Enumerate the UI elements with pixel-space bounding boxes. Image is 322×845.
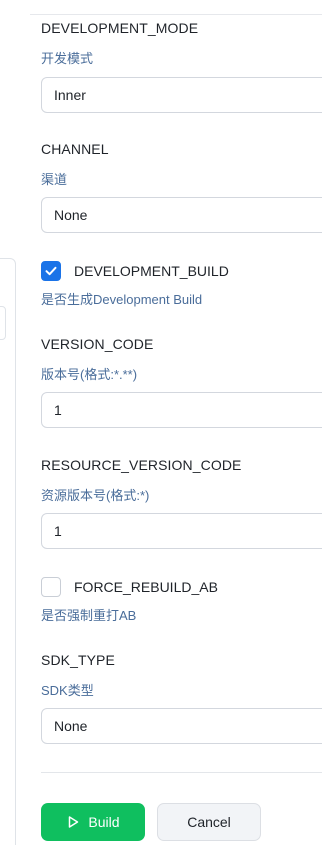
- development-mode-description: 开发模式: [41, 51, 94, 66]
- play-icon: [69, 816, 79, 828]
- development-mode-label: DEVELOPMENT_MODE: [41, 20, 199, 36]
- left-panel-edge: [0, 258, 16, 845]
- force-rebuild-ab-checkbox[interactable]: [41, 577, 61, 597]
- sdk-type-value: None: [54, 718, 88, 734]
- build-button-label: Build: [88, 814, 120, 830]
- development-mode-value: Inner: [54, 87, 86, 103]
- resource-version-code-description: 资源版本号(格式:*): [41, 488, 150, 503]
- development-build-checkbox[interactable]: [41, 261, 61, 281]
- channel-select[interactable]: None: [41, 197, 322, 233]
- version-code-value: 1: [54, 402, 62, 418]
- sdk-type-select[interactable]: None: [41, 708, 322, 744]
- version-code-label: VERSION_CODE: [41, 336, 154, 352]
- resource-version-code-value: 1: [54, 523, 62, 539]
- version-code-description: 版本号(格式:*.**): [41, 367, 138, 382]
- left-panel-handle[interactable]: [0, 306, 6, 340]
- cancel-button-label: Cancel: [187, 814, 231, 830]
- channel-value: None: [54, 207, 88, 223]
- channel-label: CHANNEL: [41, 141, 109, 157]
- development-build-description: 是否生成Development Build: [41, 292, 203, 307]
- sdk-type-label: SDK_TYPE: [41, 652, 115, 668]
- version-code-input[interactable]: 1: [41, 392, 322, 428]
- development-mode-select[interactable]: Inner: [41, 77, 322, 113]
- force-rebuild-ab-description: 是否强制重打AB: [41, 608, 137, 623]
- force-rebuild-ab-label[interactable]: FORCE_REBUILD_AB: [74, 579, 218, 595]
- build-parameters-form: DEVELOPMENT_MODE 开发模式 Inner CHANNEL 渠道 N…: [0, 0, 322, 845]
- check-icon: [45, 266, 57, 276]
- resource-version-code-input[interactable]: 1: [41, 513, 322, 549]
- channel-description: 渠道: [41, 172, 68, 187]
- development-build-label[interactable]: DEVELOPMENT_BUILD: [74, 263, 229, 279]
- build-button[interactable]: Build: [41, 803, 145, 841]
- cancel-button[interactable]: Cancel: [157, 803, 261, 841]
- top-divider: [30, 14, 322, 15]
- actions-divider: [41, 772, 322, 773]
- sdk-type-description: SDK类型: [41, 683, 94, 698]
- resource-version-code-label: RESOURCE_VERSION_CODE: [41, 457, 242, 473]
